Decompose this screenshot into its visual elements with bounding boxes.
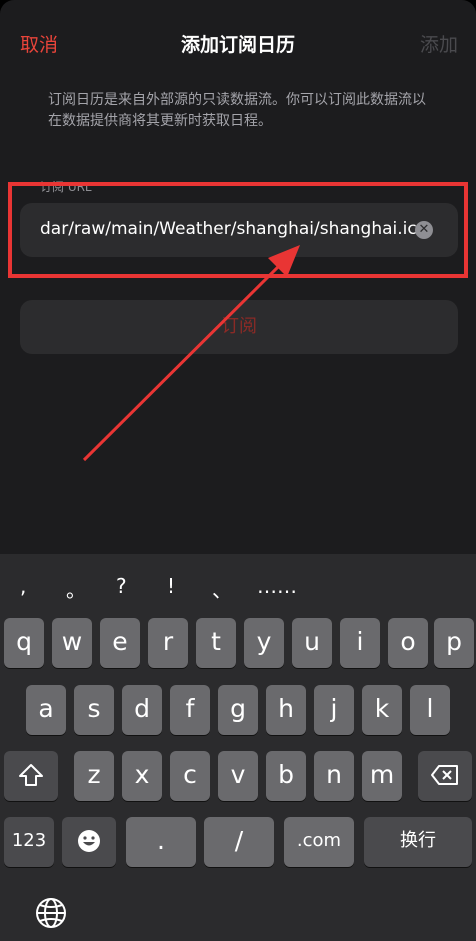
navigation-bar: 取消 添加订阅日历 添加 <box>0 0 476 86</box>
key-d[interactable]: d <box>122 685 162 735</box>
backspace-icon <box>431 765 458 785</box>
key-b[interactable]: b <box>266 751 306 801</box>
suggestion-item[interactable]: …… <box>257 574 297 598</box>
key-n[interactable]: n <box>314 751 354 801</box>
dotcom-key[interactable]: .com <box>284 817 354 867</box>
key-e[interactable]: e <box>100 618 140 668</box>
page-title: 添加订阅日历 <box>180 34 295 56</box>
key-z[interactable]: z <box>74 751 114 801</box>
subscription-sheet: 取消 添加订阅日历 添加 订阅日历是来自外部源的只读数据流。你可以订阅此数据流以… <box>0 0 476 941</box>
add-button[interactable]: 添加 <box>420 30 458 57</box>
key-p[interactable]: p <box>434 618 474 668</box>
period-key[interactable]: . <box>126 817 196 867</box>
key-k[interactable]: k <box>362 685 402 735</box>
suggestion-item[interactable]: 、 <box>212 574 232 603</box>
return-key[interactable]: 换行 <box>364 817 472 867</box>
emoji-key[interactable] <box>62 817 116 867</box>
suggestion-item[interactable]: ? <box>116 574 127 598</box>
subscribe-button[interactable]: 订阅 <box>20 300 458 354</box>
key-l[interactable]: l <box>410 685 450 735</box>
key-o[interactable]: o <box>388 618 428 668</box>
key-h[interactable]: h <box>266 685 306 735</box>
key-s[interactable]: s <box>74 685 114 735</box>
key-q[interactable]: q <box>4 618 44 668</box>
keyboard: , 。 ? ! 、 …… q w e r t y u i o p a s d f… <box>0 554 476 941</box>
key-v[interactable]: v <box>218 751 258 801</box>
key-w[interactable]: w <box>52 618 92 668</box>
globe-icon[interactable] <box>34 896 68 930</box>
suggestion-item[interactable]: 。 <box>66 574 86 603</box>
clear-icon[interactable]: ✕ <box>415 221 433 239</box>
description-text: 订阅日历是来自外部源的只读数据流。你可以订阅此数据流以在数据提供商将其更新时获取… <box>48 92 426 129</box>
backspace-key[interactable] <box>418 751 472 801</box>
url-input-value: dar/raw/main/Weather/shanghai/shanghai.i… <box>40 219 426 239</box>
url-input[interactable]: dar/raw/main/Weather/shanghai/shanghai.i… <box>20 203 458 257</box>
slash-key[interactable]: / <box>204 817 274 867</box>
key-i[interactable]: i <box>340 618 380 668</box>
suggestion-item[interactable]: , <box>20 574 26 598</box>
shift-icon <box>19 764 43 786</box>
suggestion-item[interactable]: ! <box>167 574 175 598</box>
key-y[interactable]: y <box>244 618 284 668</box>
emoji-icon <box>78 830 100 852</box>
key-u[interactable]: u <box>292 618 332 668</box>
key-t[interactable]: t <box>196 618 236 668</box>
key-f[interactable]: f <box>170 685 210 735</box>
key-a[interactable]: a <box>26 685 66 735</box>
key-j[interactable]: j <box>314 685 354 735</box>
key-c[interactable]: c <box>170 751 210 801</box>
key-g[interactable]: g <box>218 685 258 735</box>
punctuation-suggestions: , 。 ? ! 、 …… <box>0 574 476 604</box>
key-m[interactable]: m <box>362 751 402 801</box>
key-r[interactable]: r <box>148 618 188 668</box>
shift-key[interactable] <box>4 751 58 801</box>
key-x[interactable]: x <box>122 751 162 801</box>
numbers-key[interactable]: 123 <box>4 817 54 867</box>
url-field-label: 订阅 URL <box>40 180 92 194</box>
